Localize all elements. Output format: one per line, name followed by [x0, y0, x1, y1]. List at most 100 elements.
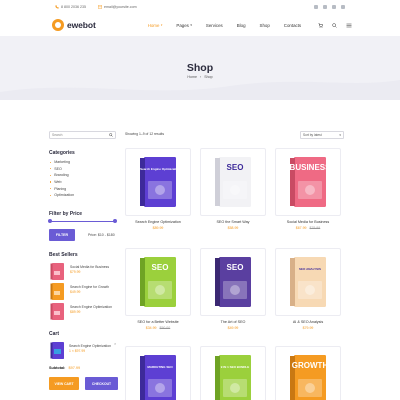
product-name[interactable]: Social Media for Business — [275, 220, 341, 224]
product-current-price: $49.99 — [227, 325, 239, 330]
nav-label-services: Services — [205, 22, 223, 28]
checkout-button[interactable]: CHECKOUT — [85, 377, 118, 390]
cart-subtotal: Subtotal: $97.99 — [49, 366, 80, 370]
price-range-text: Price: $10 - $180 — [88, 233, 115, 237]
sort-select[interactable]: Sort by latest ▾ — [300, 131, 344, 139]
twitter-icon[interactable] — [314, 5, 318, 9]
best-seller-price: $89.99 — [70, 310, 81, 314]
bullet-icon — [50, 161, 52, 163]
product-price: $49.99 — [200, 326, 266, 330]
bullet-icon — [50, 194, 52, 196]
close-icon[interactable]: × — [114, 341, 116, 346]
nav-item-pages[interactable]: Pages ▾ — [176, 23, 191, 28]
best-seller-price: $79.99 — [70, 270, 81, 274]
logo[interactable]: ewebot — [52, 19, 96, 31]
book-cover-title: 9 IN 1 SEO BUNDLE — [221, 365, 250, 369]
product-card[interactable]: 9 IN 1 SEO BUNDLE — [200, 346, 266, 400]
product-current-price: $79.99 — [302, 325, 314, 330]
product-card[interactable]: GROWTH — [275, 346, 341, 400]
product-card[interactable]: BUSINESS Social Media for Business $67.99 $… — [275, 148, 341, 230]
nav-item-shop[interactable]: Shop — [260, 23, 270, 28]
product-name[interactable]: AI & SEO Analysis — [275, 320, 341, 324]
search-icon[interactable] — [332, 22, 337, 28]
product-old-price: $50.00 — [159, 325, 171, 330]
results-count: Showing 1–9 of 12 results — [125, 132, 165, 136]
breadcrumb-current: Shop — [204, 75, 213, 79]
search-placeholder: Search — [52, 133, 63, 137]
product-card[interactable]: MARKETING SEO — [125, 346, 191, 400]
best-seller-item[interactable]: Search Engine for Growth $49.99 — [49, 282, 109, 301]
book-cover-icon: 9 IN 1 SEO BUNDLE — [215, 355, 251, 400]
product-price: $89.99 — [125, 226, 191, 230]
product-image[interactable]: BUSINESS — [275, 148, 341, 216]
page-banner: Shop Home › Shop — [0, 36, 400, 100]
category-item[interactable]: Planing — [50, 185, 74, 192]
product-image[interactable]: GROWTH — [275, 346, 341, 400]
book-cover-title: SEO — [227, 263, 244, 272]
book-cover-title: SEO ANALYSIS — [299, 267, 321, 271]
email-contact[interactable]: email@yoursite.com — [97, 5, 137, 9]
category-item[interactable]: Web — [50, 179, 74, 186]
nav-label-pages: Pages — [176, 22, 189, 28]
product-card[interactable]: SEO SEO for a Better Website $34.99 $50.00 — [125, 248, 191, 330]
slider-min-handle[interactable] — [48, 218, 52, 223]
product-card[interactable]: SEO The Art of SEO $49.99 — [200, 248, 266, 330]
nav-item-services[interactable]: Services — [206, 23, 223, 28]
book-thumbnail[interactable] — [49, 262, 65, 281]
search-input[interactable]: Search — [49, 131, 116, 139]
book-thumbnail[interactable] — [49, 302, 65, 321]
phone-contact[interactable]: 8 800 2036 235 — [55, 5, 86, 9]
product-price: $58.99 — [200, 226, 266, 230]
price-range-slider[interactable] — [48, 218, 117, 223]
book-thumbnail[interactable] — [49, 341, 65, 360]
product-name[interactable]: SEO for a Better Website — [125, 320, 191, 324]
nav-item-contacts[interactable]: Contacts — [284, 23, 301, 28]
view-cart-button[interactable]: VIEW CART — [49, 377, 79, 390]
category-label: Optimization — [54, 193, 75, 198]
category-item[interactable]: SEO — [50, 166, 74, 173]
header-icons — [318, 22, 352, 28]
product-image[interactable]: 9 IN 1 SEO BUNDLE — [200, 346, 266, 400]
product-image[interactable]: Search Engine Optimization — [125, 148, 191, 216]
social-links — [314, 5, 345, 9]
product-price: $79.99 — [275, 326, 341, 330]
cart-icon[interactable] — [318, 22, 323, 28]
slider-max-handle[interactable] — [113, 218, 117, 223]
best-seller-item[interactable]: Social Media for Business $79.99 — [49, 262, 109, 281]
menu-icon[interactable] — [346, 23, 352, 28]
book-cover-title: BUSINESS — [290, 163, 328, 172]
product-image[interactable]: SEO — [125, 248, 191, 316]
breadcrumb-home[interactable]: Home — [187, 75, 197, 79]
facebook-icon[interactable] — [323, 5, 327, 9]
product-card[interactable]: SEO ANALYSIS AI & SEO Analysis $79.99 — [275, 248, 341, 330]
best-seller-item[interactable]: Search Engine Optimization $89.99 — [49, 302, 112, 321]
filter-button[interactable]: FILTER — [49, 229, 75, 241]
instagram-icon[interactable] — [341, 5, 345, 9]
pinterest-icon[interactable] — [332, 5, 336, 9]
category-item[interactable]: Branding — [50, 172, 74, 179]
product-card[interactable]: SEO SEO the Smart Way $58.99 — [200, 148, 266, 230]
product-name[interactable]: The Art of SEO — [200, 320, 266, 324]
nav-item-blog[interactable]: Blog — [237, 23, 246, 28]
product-image[interactable]: MARKETING SEO — [125, 346, 191, 400]
slider-fill — [49, 220, 116, 222]
category-label: Branding — [54, 173, 69, 178]
book-thumbnail[interactable] — [49, 282, 65, 301]
product-image[interactable]: SEO ANALYSIS — [275, 248, 341, 316]
product-image[interactable]: SEO — [200, 248, 266, 316]
product-name[interactable]: Search Engine Optimization — [125, 220, 191, 224]
logo-text: ewebot — [67, 20, 96, 30]
nav-item-home[interactable]: Home ▾ — [148, 23, 163, 28]
page-title: Shop — [186, 62, 214, 74]
product-name[interactable]: SEO the Smart Way — [200, 220, 266, 224]
search-icon[interactable] — [109, 132, 113, 138]
category-item[interactable]: Marketing — [50, 159, 74, 166]
subtotal-value: $97.99 — [68, 366, 81, 370]
product-card[interactable]: Search Engine Optimization Search Engine … — [125, 148, 191, 230]
bullet-icon — [50, 188, 52, 190]
envelope-icon — [97, 5, 102, 9]
product-image[interactable]: SEO — [200, 148, 266, 216]
category-item[interactable]: Optimization — [50, 192, 74, 199]
cart-item: Search Engine Optimization 1 × $97.99 — [49, 341, 118, 360]
bullet-icon — [50, 181, 52, 183]
